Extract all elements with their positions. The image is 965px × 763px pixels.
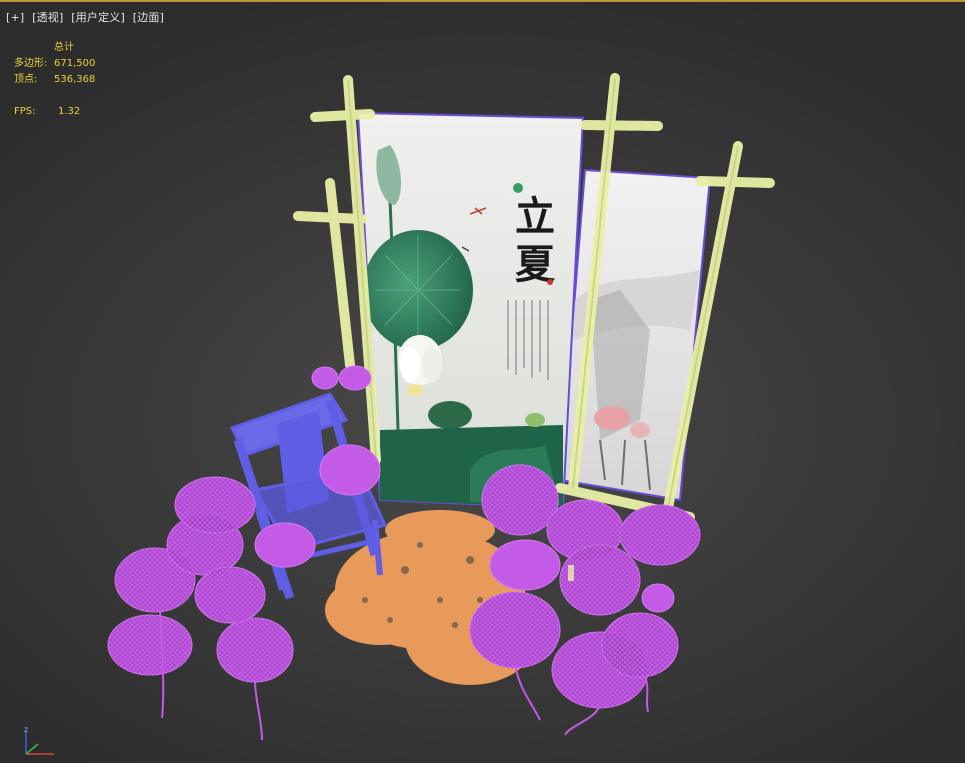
poster-title-top: 立	[515, 193, 555, 240]
right-poster-panel[interactable]	[558, 168, 712, 502]
axis-z-label: z	[24, 725, 28, 734]
axis-gizmo: z	[24, 725, 54, 755]
front-poster-panel[interactable]: 立 夏	[356, 111, 585, 510]
3d-viewport[interactable]: [+] [透视] [用户定义] [边面] 总计 多边形: 671,500 顶点:…	[0, 0, 965, 763]
scene-render: 立 夏	[107, 73, 775, 741]
